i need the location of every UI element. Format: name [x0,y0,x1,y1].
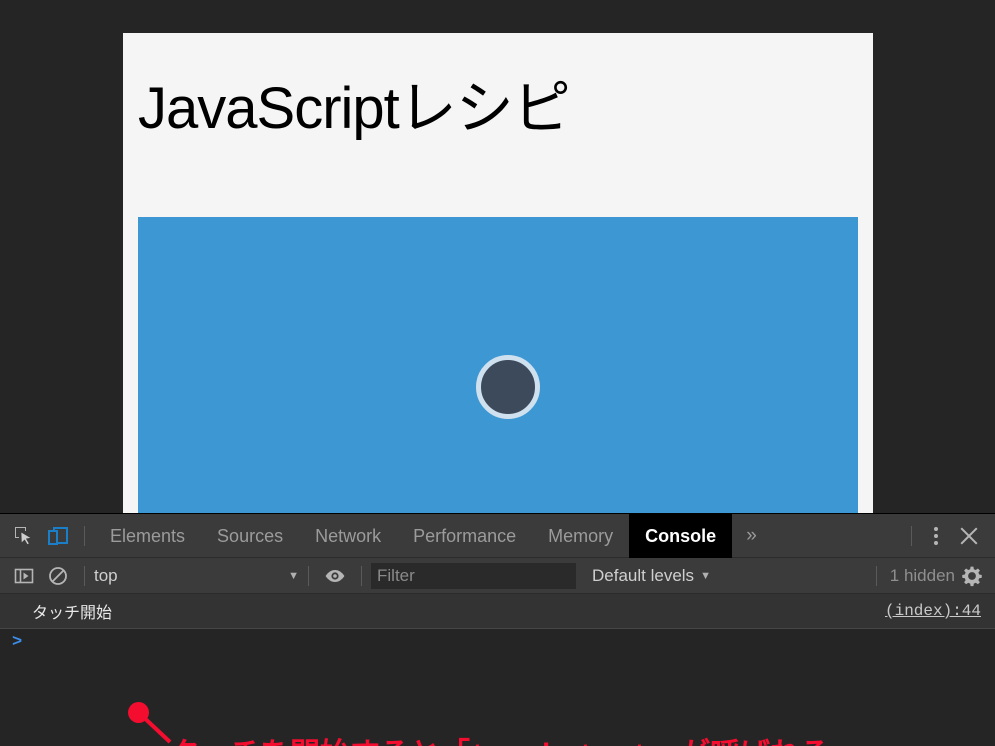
console-toolbar-divider-1 [84,565,85,586]
annotation-text-prefix: タッチを開始すると「 [170,738,470,746]
execution-context-selector[interactable]: top ▼ [94,564,299,588]
annotation-text-mono: touchstart [470,740,650,746]
annotation-dot [128,702,149,723]
touch-point-indicator [476,355,540,419]
tab-memory[interactable]: Memory [532,514,629,558]
more-tabs-icon[interactable]: » [732,514,771,558]
tab-sources[interactable]: Sources [201,514,299,558]
chevron-down-icon-levels: ▼ [700,569,711,582]
hidden-messages-count: 1 hidden [889,565,955,585]
close-icon[interactable] [951,519,987,553]
annotation-text-suffix: 」が呼ばれる [650,738,830,746]
console-toolbar-divider-4 [875,565,877,586]
log-levels-label: Default levels [592,565,695,585]
console-toolbar: top ▼ Default levels ▼ 1 hidden [0,558,995,594]
inspect-element-icon[interactable] [7,519,41,553]
gear-icon[interactable] [955,559,989,593]
browser-viewport: JavaScriptレシピ [123,33,873,513]
chevron-down-icon: ▼ [288,569,299,582]
tab-elements[interactable]: Elements [94,514,201,558]
filter-input[interactable] [371,562,576,589]
console-log-source-link[interactable]: (index):44 [885,602,981,620]
device-toolbar-icon[interactable] [41,519,75,553]
touch-area[interactable] [138,217,858,513]
kebab-menu-icon[interactable] [921,519,951,553]
screenshot-root: JavaScriptレシピ Elements Sources Network P… [0,0,995,746]
tab-network[interactable]: Network [299,514,397,558]
devtools-tabbar: Elements Sources Network Performance Mem… [0,513,995,558]
page-title: JavaScriptレシピ [138,76,571,141]
log-levels-selector[interactable]: Default levels ▼ [592,566,711,586]
devtools-panel: Elements Sources Network Performance Mem… [0,513,995,746]
console-output: タッチ開始 (index):44 > タッチを開始すると「touchstart」… [0,594,995,746]
execution-context-value: top [94,565,118,585]
console-prompt-row[interactable]: > [0,629,995,659]
annotation-text: タッチを開始すると「touchstart」が呼ばれる [170,729,830,746]
console-toolbar-divider-3 [361,565,362,586]
console-toolbar-divider-2 [308,565,309,586]
console-log-row[interactable]: タッチ開始 (index):44 [0,594,995,629]
toolbar-divider [84,525,85,546]
clear-console-icon[interactable] [41,559,75,593]
console-prompt-caret: > [12,633,23,652]
tab-console[interactable]: Console [629,513,733,558]
console-sidebar-icon[interactable] [7,559,41,593]
live-expression-icon[interactable] [318,559,352,593]
tabbar-right-divider [911,525,912,546]
console-log-message: タッチ開始 [32,605,113,622]
tab-performance[interactable]: Performance [397,514,532,558]
